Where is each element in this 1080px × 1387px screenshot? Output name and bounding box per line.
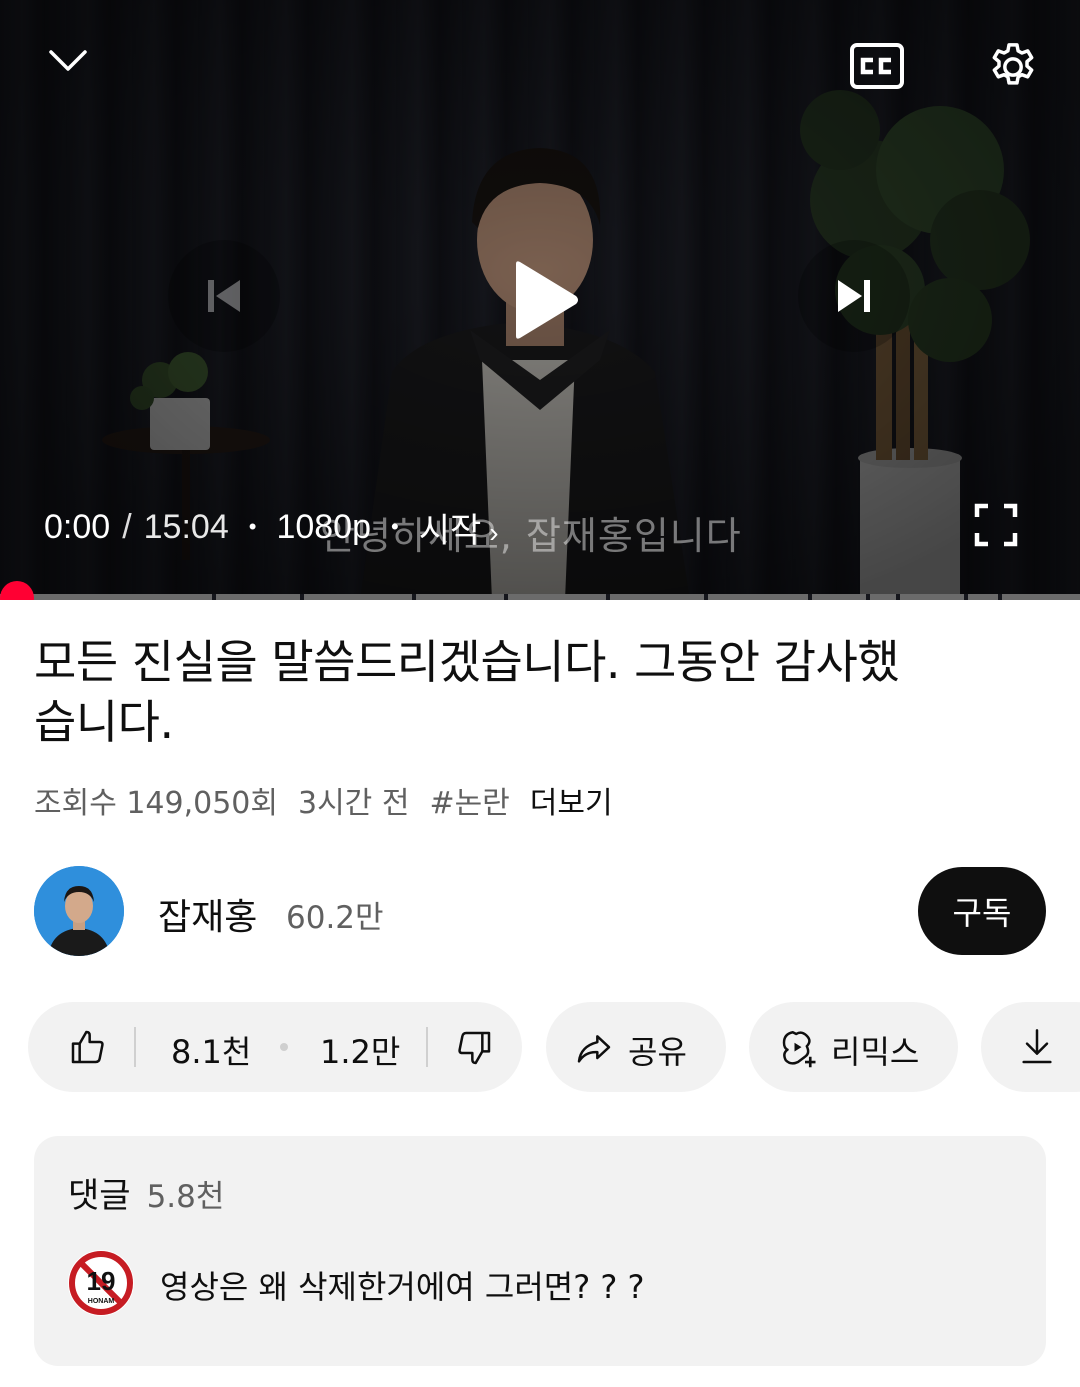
dot-separator <box>280 1043 288 1051</box>
time-separator: / <box>122 507 132 546</box>
comments-header: 댓글 5.8천 <box>68 1168 224 1217</box>
thumbs-up-icon <box>71 1030 104 1064</box>
subscribe-button[interactable]: 구독 <box>918 867 1046 955</box>
progress-bar[interactable] <box>0 594 1080 600</box>
video-title[interactable]: 모든 진실을 말씀드리겠습니다. 그동안 감사했습니다. <box>34 632 934 752</box>
channel-avatar-image <box>34 866 124 956</box>
chapter-title: 시작 <box>418 511 482 550</box>
time-display: 0:00 / 15:04 • 1080p • 시작 › <box>44 503 499 551</box>
next-icon <box>838 280 870 312</box>
previous-video-button[interactable] <box>168 240 280 352</box>
remix-label: 리믹스 <box>831 1033 920 1071</box>
like-button[interactable] <box>68 1027 108 1071</box>
divider <box>134 1027 136 1067</box>
duration: 15:04 <box>143 507 229 546</box>
chevron-down-icon <box>49 50 87 71</box>
channel-avatar[interactable] <box>34 866 124 956</box>
like-count[interactable]: 8.1천 <box>171 1027 251 1073</box>
subscriber-count: 60.2만 <box>286 900 384 936</box>
video-player[interactable]: 안녕하세요, 잡재홍입니다 0:00 / 15:04 • 1080p • 시작 … <box>0 0 1080 600</box>
dislike-count[interactable]: 1.2만 <box>320 1027 400 1073</box>
top-comment-text: 영상은 왜 삭제한거에여 그러면? ? ? <box>160 1268 645 1306</box>
closed-captions-icon <box>850 43 904 89</box>
svg-text:19: 19 <box>87 1266 116 1296</box>
comments-count: 5.8천 <box>146 1179 225 1215</box>
chapter-button[interactable]: 시작 › <box>419 503 499 552</box>
current-time: 0:00 <box>44 507 111 546</box>
fullscreen-icon <box>974 503 1018 547</box>
share-button[interactable]: 공유 <box>546 1002 726 1092</box>
action-bar: 8.1천 1.2만 공유 리믹스 <box>0 1002 1080 1092</box>
thumbs-down-icon <box>458 1031 491 1065</box>
chevron-right-icon: › <box>489 516 499 548</box>
quality-label: 1080p <box>276 507 371 546</box>
remix-icon <box>777 1027 819 1073</box>
channel-name[interactable]: 잡재홍 <box>158 888 257 940</box>
settings-gear-icon <box>992 43 1034 85</box>
remix-button[interactable]: 리믹스 <box>749 1002 958 1092</box>
previous-icon <box>208 280 240 312</box>
like-dislike-pill: 8.1천 1.2만 <box>28 1002 522 1092</box>
upload-age: 3시간 전 <box>298 786 410 821</box>
share-label: 공유 <box>628 1033 687 1071</box>
channel-row[interactable]: 잡재홍 60.2만 구독 <box>34 866 1046 956</box>
captions-button[interactable] <box>846 38 908 94</box>
download-button[interactable] <box>981 1002 1080 1092</box>
commenter-avatar[interactable]: 19 HONAM <box>66 1248 136 1318</box>
minimize-button[interactable] <box>40 35 96 87</box>
next-video-button[interactable] <box>798 240 910 352</box>
settings-button[interactable] <box>982 36 1044 98</box>
fullscreen-button[interactable] <box>966 497 1026 553</box>
comments-label: 댓글 <box>68 1176 131 1216</box>
video-metadata[interactable]: 조회수 149,050회 3시간 전 #논란 더보기 <box>34 778 613 822</box>
dot-separator: • <box>390 514 399 539</box>
comments-panel[interactable]: 댓글 5.8천 19 HONAM 영상은 왜 삭제한거에여 그러면? ? ? <box>34 1136 1046 1366</box>
download-icon <box>1017 1026 1057 1072</box>
divider <box>426 1027 428 1067</box>
share-icon <box>574 1028 614 1072</box>
age-restriction-logo: 19 HONAM <box>68 1250 134 1316</box>
play-button[interactable] <box>470 225 620 375</box>
dislike-button[interactable] <box>454 1028 494 1072</box>
svg-text:HONAM: HONAM <box>88 1298 115 1305</box>
play-icon <box>516 261 578 339</box>
more-link[interactable]: 더보기 <box>530 778 613 822</box>
hashtag-link[interactable]: #논란 <box>429 778 509 822</box>
view-count: 조회수 149,050회 <box>34 786 278 821</box>
dot-separator: • <box>248 514 257 539</box>
